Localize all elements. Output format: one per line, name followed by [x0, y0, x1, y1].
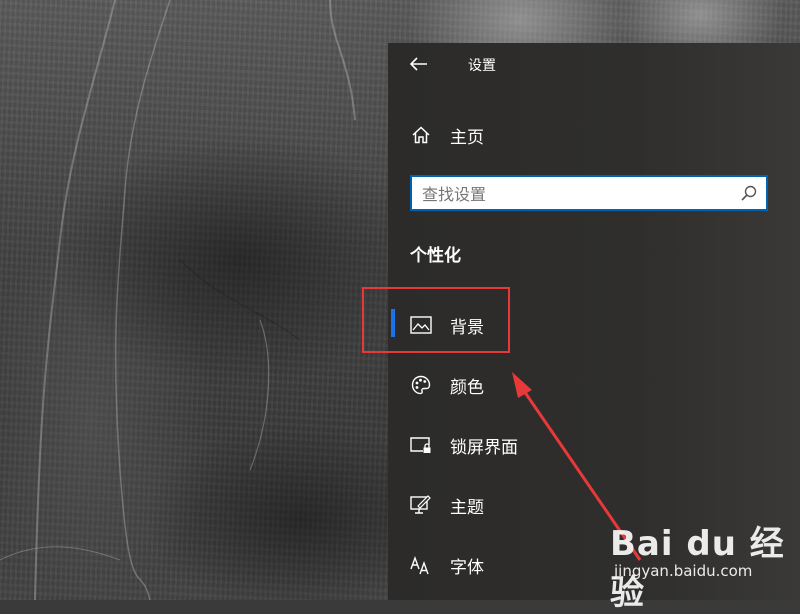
annotation-arrow: [512, 372, 642, 561]
watermark: Bai du 经验 jingyan.baidu.com: [610, 516, 800, 613]
watermark-site: jingyan.baidu.com: [614, 562, 753, 580]
